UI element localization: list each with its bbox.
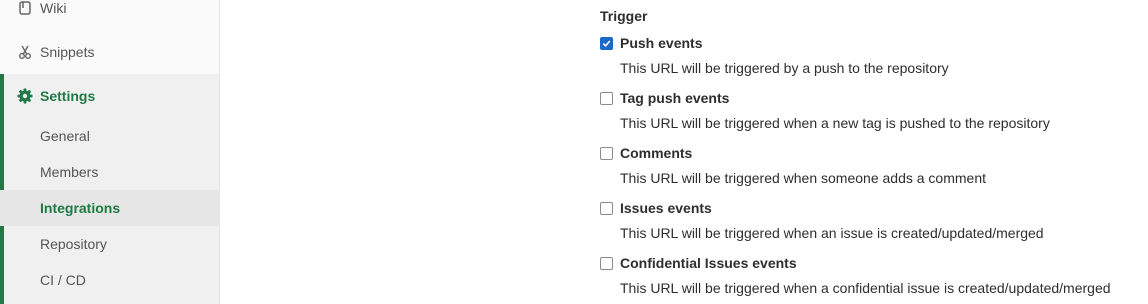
confidential-issues-events-description: This URL will be triggered when a confid… bbox=[620, 280, 1111, 296]
gear-icon bbox=[17, 88, 33, 104]
push-events-description: This URL will be triggered by a push to … bbox=[620, 60, 949, 76]
sidebar-item-label: Snippets bbox=[40, 44, 95, 60]
sidebar-subitem-repository[interactable]: Repository bbox=[0, 226, 219, 262]
scissors-icon bbox=[17, 44, 33, 60]
trigger-heading: Trigger bbox=[600, 8, 648, 24]
sidebar-subitem-integrations[interactable]: Integrations bbox=[0, 190, 219, 226]
push-events-label[interactable]: Push events bbox=[620, 35, 702, 51]
sidebar-item-snippets[interactable]: Snippets bbox=[0, 34, 219, 70]
sidebar-subitem-general[interactable]: General bbox=[0, 118, 219, 154]
sidebar-subitem-ci-cd[interactable]: CI / CD bbox=[0, 262, 219, 298]
sidebar-item-label: Wiki bbox=[40, 0, 67, 16]
sidebar-item-label: Settings bbox=[40, 88, 96, 104]
sidebar: Wiki Snippets Settings General Members I… bbox=[0, 0, 220, 304]
push-events-checkbox[interactable] bbox=[600, 37, 613, 50]
comments-description: This URL will be triggered when someone … bbox=[620, 170, 986, 186]
sidebar-item-settings[interactable]: Settings bbox=[0, 78, 219, 114]
issues-events-label[interactable]: Issues events bbox=[620, 200, 712, 216]
confidential-issues-events-checkbox[interactable] bbox=[600, 257, 613, 270]
sidebar-subitem-members[interactable]: Members bbox=[0, 154, 219, 190]
issues-events-checkbox[interactable] bbox=[600, 202, 613, 215]
tag-push-events-checkbox[interactable] bbox=[600, 92, 613, 105]
comments-label[interactable]: Comments bbox=[620, 145, 692, 161]
tag-push-events-description: This URL will be triggered when a new ta… bbox=[620, 115, 1050, 131]
sidebar-item-wiki[interactable]: Wiki bbox=[0, 0, 219, 26]
tag-push-events-label[interactable]: Tag push events bbox=[620, 90, 729, 106]
book-icon bbox=[17, 0, 33, 16]
comments-checkbox[interactable] bbox=[600, 147, 613, 160]
confidential-issues-events-label[interactable]: Confidential Issues events bbox=[620, 255, 797, 271]
issues-events-description: This URL will be triggered when an issue… bbox=[620, 225, 1044, 241]
